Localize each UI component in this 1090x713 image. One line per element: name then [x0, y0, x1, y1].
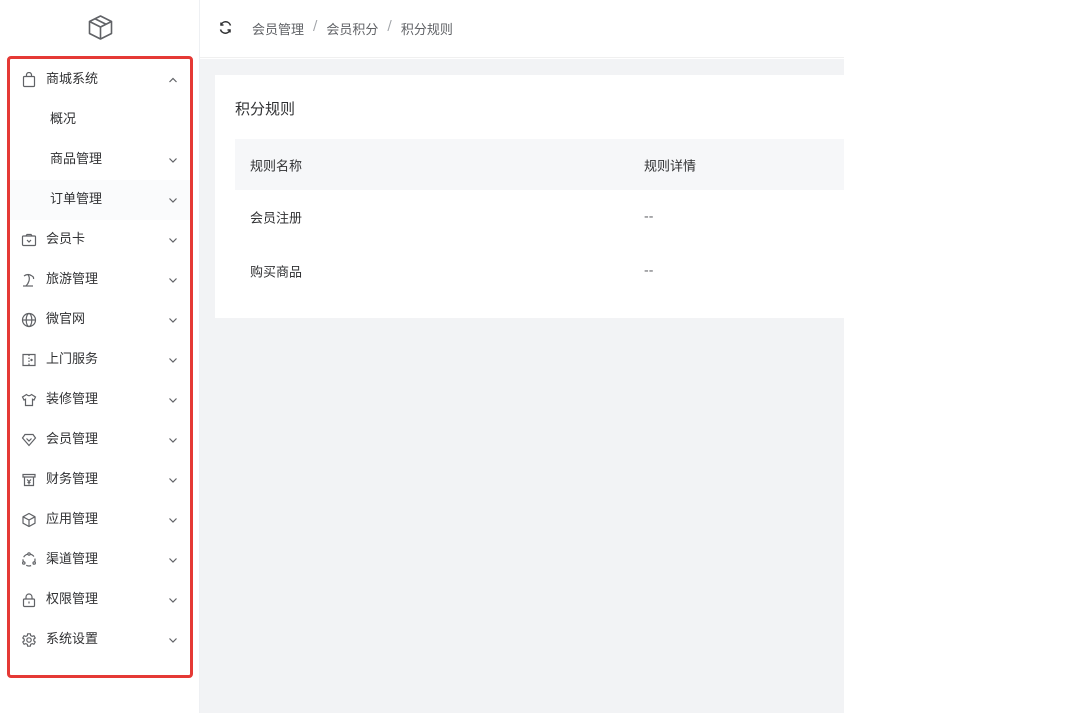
sidebar-item-decoration-management[interactable]: 装修管理: [10, 380, 190, 420]
sidebar-item-app-management[interactable]: 应用管理: [10, 500, 190, 540]
diamond-icon: [21, 432, 37, 448]
sidebar-item-label: 旅游管理: [46, 272, 99, 287]
page-title: 积分规则: [235, 100, 296, 118]
breadcrumb-separator: /: [313, 19, 318, 34]
sidebar-menu: 商城系统 概况 商品管理 订单管理 会员卡 旅游管理 微官网 上门服务 装修管理…: [10, 60, 190, 660]
sidebar-item-finance-management[interactable]: 财务管理: [10, 460, 190, 500]
chevron-down-icon: [166, 353, 180, 367]
chevron-down-icon: [166, 513, 180, 527]
chevron-down-icon: [166, 313, 180, 327]
bag-icon: [21, 72, 37, 88]
breadcrumb-item-points-rules: 积分规则: [400, 23, 453, 38]
sidebar-item-label: 订单管理: [50, 192, 103, 207]
table-row[interactable]: 会员注册 --: [235, 190, 844, 244]
sidebar-item-label: 上门服务: [46, 352, 99, 367]
points-rules-card: 积分规则 规则名称 规则详情 会员注册 -- 购买商品 --: [215, 75, 844, 318]
chevron-down-icon: [166, 273, 180, 287]
sidebar-item-permission-management[interactable]: 权限管理: [10, 580, 190, 620]
sidebar-item-label: 渠道管理: [46, 552, 99, 567]
rules-table: 规则名称 规则详情 会员注册 -- 购买商品 --: [235, 139, 844, 298]
sidebar: 商城系统 概况 商品管理 订单管理 会员卡 旅游管理 微官网 上门服务 装修管理…: [0, 0, 200, 713]
sidebar-item-micro-website[interactable]: 微官网: [10, 300, 190, 340]
sidebar-item-label: 权限管理: [46, 592, 99, 607]
rule-name-cell: 购买商品: [250, 265, 303, 281]
palm-tree-icon: [21, 272, 37, 288]
sidebar-item-label: 系统设置: [46, 632, 99, 647]
gear-icon: [21, 632, 37, 648]
refresh-icon[interactable]: [218, 20, 233, 35]
sidebar-item-product-management[interactable]: 商品管理: [10, 140, 190, 180]
breadcrumb-separator: /: [387, 19, 392, 34]
table-row[interactable]: 购买商品 --: [235, 244, 844, 298]
shirt-icon: [21, 392, 37, 408]
channel-icon: [21, 552, 37, 568]
top-header: 会员管理 / 会员积分 / 积分规则: [200, 0, 844, 58]
chevron-down-icon: [166, 473, 180, 487]
sidebar-item-order-management[interactable]: 订单管理: [10, 180, 190, 220]
sidebar-item-travel-management[interactable]: 旅游管理: [10, 260, 190, 300]
column-header-rule-name: 规则名称: [250, 159, 303, 174]
table-header: 规则名称 规则详情: [235, 139, 844, 190]
rule-detail-cell: --: [644, 263, 654, 279]
column-header-rule-detail: 规则详情: [644, 159, 697, 174]
sidebar-item-label: 会员卡: [46, 232, 86, 247]
chevron-down-icon: [166, 193, 180, 207]
sidebar-item-home-service[interactable]: 上门服务: [10, 340, 190, 380]
sidebar-item-label: 应用管理: [46, 512, 99, 527]
member-card-icon: [21, 232, 37, 248]
chevron-down-icon: [166, 233, 180, 247]
sidebar-item-member-card[interactable]: 会员卡: [10, 220, 190, 260]
cube-logo-icon[interactable]: [87, 14, 114, 41]
sidebar-item-label: 装修管理: [46, 392, 99, 407]
rule-detail-cell: --: [644, 209, 654, 225]
chevron-down-icon: [166, 433, 180, 447]
sidebar-item-label: 商品管理: [50, 152, 103, 167]
sidebar-item-member-management[interactable]: 会员管理: [10, 420, 190, 460]
chevron-down-icon: [166, 393, 180, 407]
breadcrumb-item-member-management[interactable]: 会员管理: [252, 19, 304, 38]
chevron-down-icon: [166, 633, 180, 647]
sidebar-item-label: 财务管理: [46, 472, 99, 487]
breadcrumb-item-member-points[interactable]: 会员积分: [326, 19, 378, 38]
sidebar-item-system-settings[interactable]: 系统设置: [10, 620, 190, 660]
rule-name-cell: 会员注册: [250, 211, 303, 227]
breadcrumb: 会员管理 / 会员积分 / 积分规则: [252, 19, 453, 38]
door-icon: [21, 352, 37, 368]
chevron-up-icon: [166, 73, 180, 87]
lock-icon: [21, 592, 37, 608]
sidebar-item-label: 概况: [50, 112, 77, 127]
sidebar-item-mall-system[interactable]: 商城系统: [10, 60, 190, 100]
box-icon: [21, 512, 37, 528]
chevron-down-icon: [166, 553, 180, 567]
finance-icon: [21, 472, 37, 488]
sidebar-item-overview[interactable]: 概况: [10, 100, 190, 140]
globe-icon: [21, 312, 37, 328]
sidebar-item-label: 商城系统: [46, 72, 99, 87]
sidebar-item-label: 会员管理: [46, 432, 99, 447]
sidebar-item-channel-management[interactable]: 渠道管理: [10, 540, 190, 580]
sidebar-item-label: 微官网: [46, 312, 86, 327]
chevron-down-icon: [166, 153, 180, 167]
chevron-down-icon: [166, 593, 180, 607]
